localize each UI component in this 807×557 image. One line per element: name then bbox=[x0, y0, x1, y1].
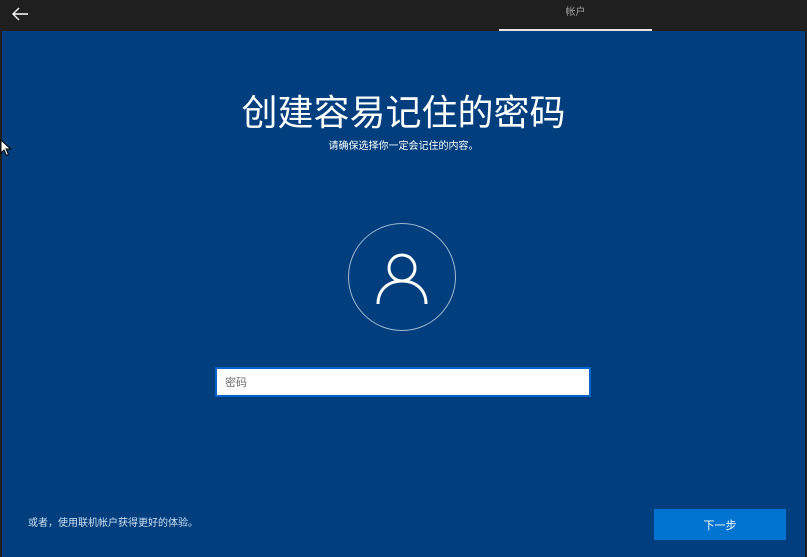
user-icon bbox=[376, 253, 428, 305]
title-bar: 帐户 bbox=[0, 0, 807, 31]
tab-account-label: 帐户 bbox=[565, 7, 586, 18]
avatar bbox=[348, 223, 456, 331]
mouse-pointer-icon bbox=[0, 139, 12, 157]
tab-account[interactable]: 帐户 bbox=[499, 0, 652, 31]
setup-page: 创建容易记住的密码 请确保选择你一定会记住的内容。 或者，使用联机帐户获得更好的… bbox=[2, 31, 805, 557]
next-button[interactable]: 下一步 bbox=[654, 509, 786, 540]
page-subtitle: 请确保选择你一定会记住的内容。 bbox=[328, 141, 479, 152]
back-button[interactable] bbox=[6, 2, 34, 26]
page-title: 创建容易记住的密码 bbox=[241, 93, 566, 134]
back-arrow-icon bbox=[12, 7, 28, 21]
password-field[interactable] bbox=[215, 367, 591, 397]
online-account-link[interactable]: 或者，使用联机帐户获得更好的体验。 bbox=[28, 517, 198, 531]
